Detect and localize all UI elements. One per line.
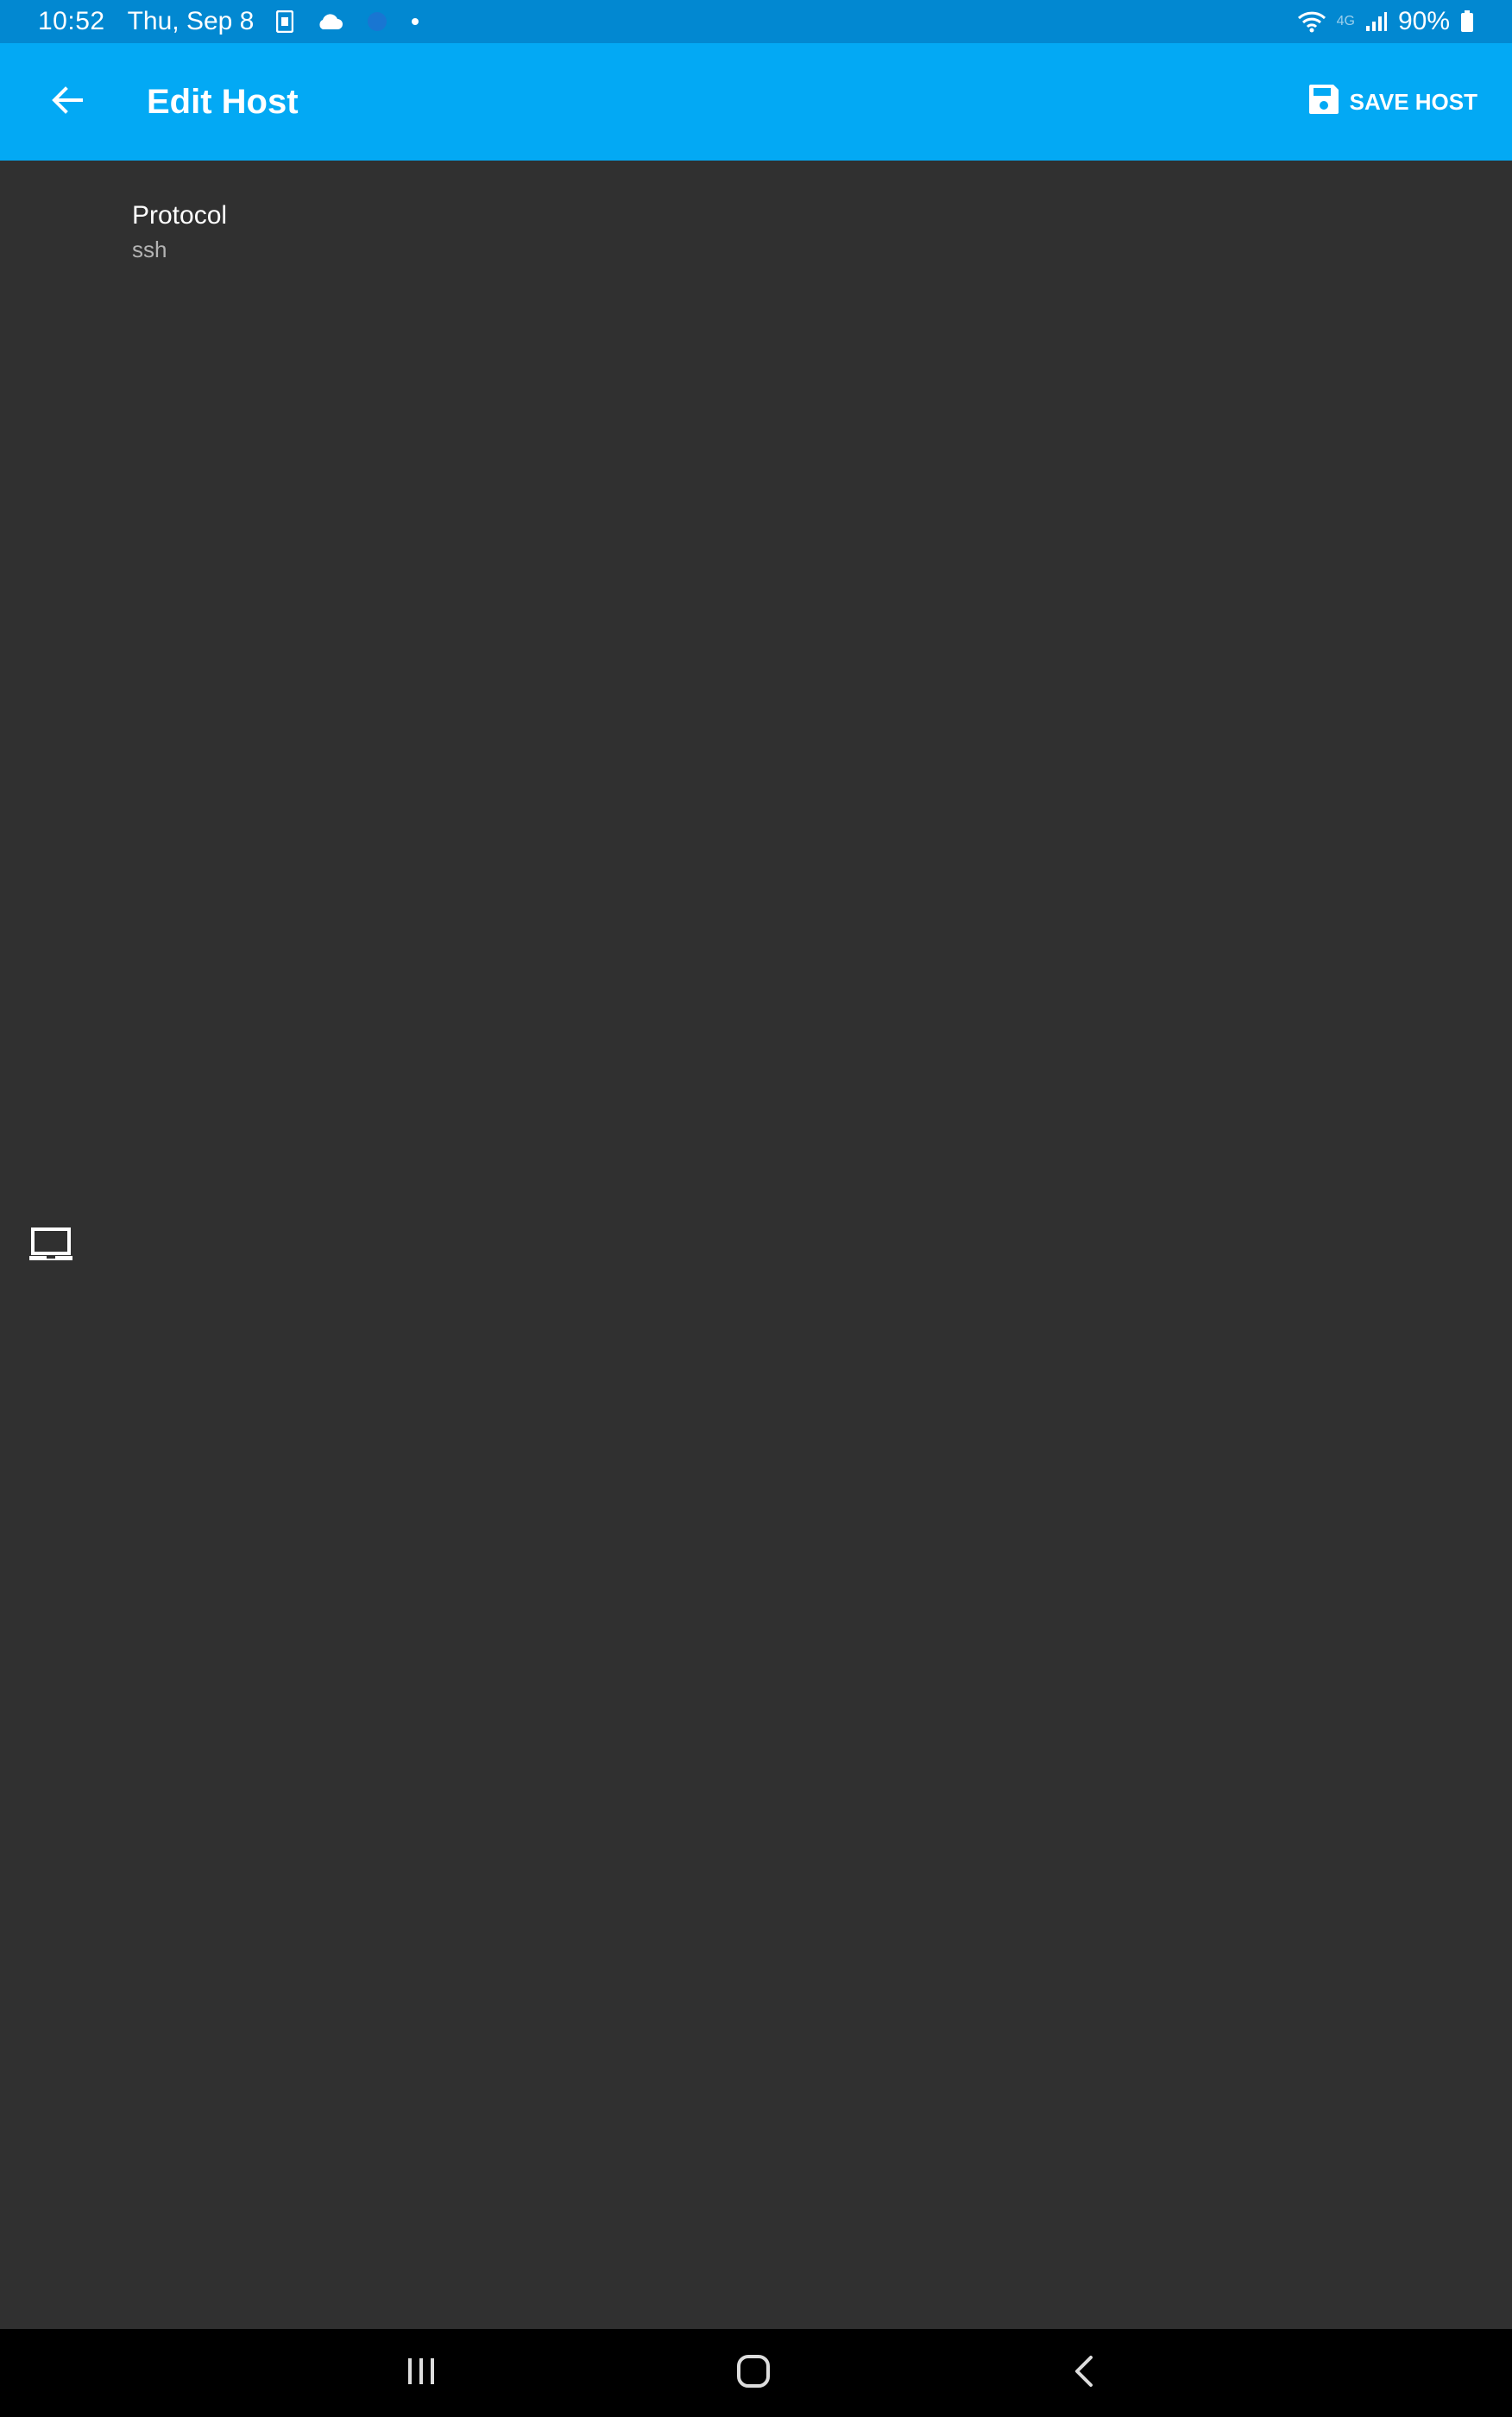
- nav-back-button[interactable]: [1054, 2347, 1114, 2399]
- circle-icon: [366, 10, 388, 33]
- recent-apps-button[interactable]: [391, 2347, 451, 2399]
- dot-icon: [411, 17, 419, 26]
- status-left: 10:52 Thu, Sep 8: [38, 7, 419, 36]
- status-bar: 10:52 Thu, Sep 8 4G 90%: [0, 0, 1512, 43]
- recent-apps-icon: [404, 2356, 438, 2391]
- network-type-label: 4G: [1336, 14, 1355, 28]
- navigation-bar: [0, 2329, 1512, 2417]
- app-bar: Edit Host SAVE HOST: [0, 43, 1512, 161]
- page-title: Edit Host: [147, 83, 299, 121]
- status-time: 10:52: [38, 7, 105, 35]
- save-host-button[interactable]: SAVE HOST: [1307, 78, 1477, 126]
- back-icon: [1068, 2354, 1099, 2393]
- back-button[interactable]: [38, 73, 97, 131]
- home-button[interactable]: [723, 2347, 784, 2399]
- signal-icon: [1365, 11, 1388, 32]
- protocol-preference[interactable]: Protocol ssh: [0, 161, 1512, 281]
- wifi-icon: [1297, 10, 1326, 33]
- status-date: Thu, Sep 8: [127, 7, 255, 35]
- cloud-icon: [316, 12, 343, 31]
- battery-icon: [1460, 10, 1474, 33]
- save-host-label: SAVE HOST: [1349, 88, 1477, 115]
- protocol-title: Protocol: [132, 201, 228, 230]
- sim-card-icon: [276, 10, 294, 33]
- back-arrow-icon: [50, 83, 85, 122]
- battery-percent: 90%: [1397, 7, 1450, 35]
- protocol-summary: ssh: [132, 237, 167, 262]
- floppy-disk-icon: [1307, 82, 1341, 123]
- laptop-icon: [28, 1226, 74, 1264]
- status-right: 4G 90%: [1297, 7, 1474, 36]
- home-icon: [735, 2353, 772, 2394]
